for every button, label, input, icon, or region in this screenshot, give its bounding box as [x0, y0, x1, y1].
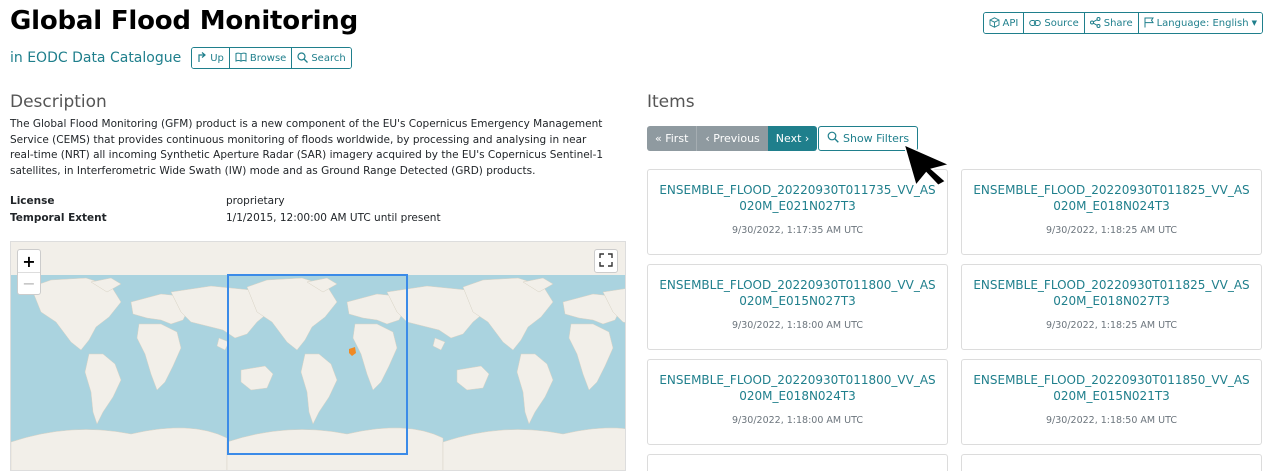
share-button[interactable]: Share: [1083, 13, 1138, 33]
temporal-extent-value: 1/1/2015, 12:00:00 AM UTC until present: [226, 211, 441, 224]
first-page-button[interactable]: « First: [647, 126, 697, 151]
item-card-title[interactable]: ENSEMBLE_FLOOD_20220930T011735_VV_AS020M…: [648, 182, 947, 214]
search-icon: [827, 131, 839, 146]
source-button[interactable]: Source: [1023, 13, 1084, 33]
arrow-up-icon: [197, 51, 207, 65]
nav-button-group: Up Browse Search: [191, 47, 352, 69]
item-card[interactable]: ENSEMBLE_FLOOD_20220930T011825_VV_AS020M…: [961, 264, 1262, 350]
search-icon: [297, 51, 309, 65]
temporal-extent-label: Temporal Extent: [10, 211, 107, 224]
previous-page-button[interactable]: ‹ Previous: [696, 126, 768, 151]
items-heading: Items: [647, 92, 695, 112]
language-dropdown-label: Language: English: [1156, 17, 1249, 29]
zoom-control: + −: [17, 249, 41, 295]
license-row: License proprietary: [10, 192, 441, 209]
item-card-date: 9/30/2022, 1:17:35 AM UTC: [732, 225, 863, 236]
source-button-label: Source: [1044, 17, 1079, 29]
pagination: « First ‹ Previous Next ›: [647, 126, 818, 151]
catalog-link[interactable]: in EODC Data Catalogue: [10, 50, 181, 66]
up-button-label: Up: [210, 52, 224, 64]
item-card[interactable]: ENSEMBLE_FLOOD_20220930T011825_VV_AS020M…: [961, 169, 1262, 255]
mouse-cursor-icon: [902, 140, 952, 192]
up-button[interactable]: Up: [192, 48, 229, 68]
cube-icon: [989, 16, 1000, 30]
metadata-table: License proprietary Temporal Extent 1/1/…: [10, 192, 441, 226]
fullscreen-button[interactable]: [594, 249, 618, 273]
item-card-date: 9/30/2022, 1:18:25 AM UTC: [1046, 320, 1177, 331]
next-page-button[interactable]: Next ›: [767, 126, 818, 151]
browse-button-label: Browse: [249, 52, 287, 64]
license-value: proprietary: [226, 194, 285, 207]
description-heading: Description: [10, 92, 107, 112]
item-card-date: 9/30/2022, 1:18:25 AM UTC: [1046, 225, 1177, 236]
item-card-title[interactable]: ENSEMBLE_FLOOD_20220930T011825_VV_AS020M…: [962, 277, 1261, 309]
search-button[interactable]: Search: [291, 48, 351, 68]
item-card-partial[interactable]: [961, 454, 1262, 471]
zoom-in-button[interactable]: +: [18, 250, 40, 272]
item-card-date: 9/30/2022, 1:18:00 AM UTC: [732, 415, 863, 426]
link-icon: [1029, 18, 1042, 29]
show-filters-label: Show Filters: [843, 132, 910, 145]
top-toolbar: API Source Share Language: English ▼: [982, 12, 1263, 34]
page-title: Global Flood Monitoring: [10, 6, 358, 36]
item-card[interactable]: ENSEMBLE_FLOOD_20220930T011800_VV_AS020M…: [647, 264, 948, 350]
share-button-label: Share: [1103, 17, 1133, 29]
temporal-extent-row: Temporal Extent 1/1/2015, 12:00:00 AM UT…: [10, 209, 441, 226]
fullscreen-icon: [599, 252, 613, 271]
item-card-date: 9/30/2022, 1:18:00 AM UTC: [732, 320, 863, 331]
api-button[interactable]: API: [983, 13, 1024, 33]
item-card-title[interactable]: ENSEMBLE_FLOOD_20220930T011800_VV_AS020M…: [648, 372, 947, 404]
world-map: [11, 242, 625, 470]
item-card-title[interactable]: ENSEMBLE_FLOOD_20220930T011800_VV_AS020M…: [648, 277, 947, 309]
item-card[interactable]: ENSEMBLE_FLOOD_20220930T011800_VV_AS020M…: [647, 359, 948, 445]
api-button-label: API: [1002, 17, 1019, 29]
book-icon: [235, 52, 247, 64]
item-card[interactable]: ENSEMBLE_FLOOD_20220930T011735_VV_AS020M…: [647, 169, 948, 255]
share-icon: [1089, 16, 1101, 30]
item-card-partial[interactable]: [647, 454, 948, 471]
search-button-label: Search: [311, 52, 346, 64]
caret-down-icon: ▼: [1251, 19, 1257, 27]
license-label: License: [10, 194, 55, 207]
subtitle-row: in EODC Data Catalogue Up Browse Search: [10, 47, 352, 69]
flag-icon: [1144, 17, 1154, 30]
item-card-title[interactable]: ENSEMBLE_FLOOD_20220930T011825_VV_AS020M…: [962, 182, 1261, 214]
item-card-date: 9/30/2022, 1:18:50 AM UTC: [1046, 415, 1177, 426]
item-card[interactable]: ENSEMBLE_FLOOD_20220930T011850_VV_AS020M…: [961, 359, 1262, 445]
browse-button[interactable]: Browse: [228, 48, 292, 68]
language-dropdown[interactable]: Language: English ▼: [1137, 13, 1262, 33]
item-card-title[interactable]: ENSEMBLE_FLOOD_20220930T011850_VV_AS020M…: [962, 372, 1261, 404]
description-text: The Global Flood Monitoring (GFM) produc…: [10, 118, 604, 177]
show-filters-button[interactable]: Show Filters: [818, 126, 919, 151]
zoom-out-button[interactable]: −: [18, 272, 40, 294]
map-view[interactable]: [10, 241, 626, 471]
